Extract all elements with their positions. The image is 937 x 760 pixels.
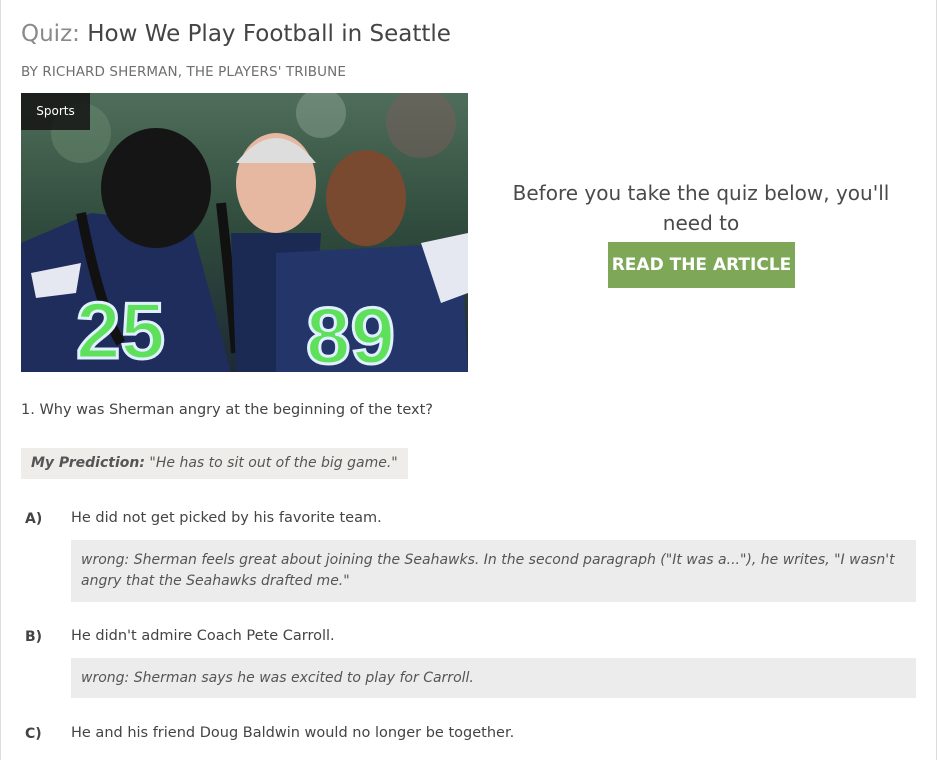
- page-title: Quiz: How We Play Football in Seattle: [21, 21, 451, 47]
- option-b-letter: B): [25, 629, 43, 645]
- option-b-feedback: wrong: Sherman says he was excited to pl…: [71, 658, 916, 698]
- option-c-text[interactable]: He and his friend Doug Baldwin would no …: [71, 725, 514, 741]
- cta-text: Before you take the quiz below, you'll n…: [512, 181, 890, 235]
- article-photo: 25 89 Sports: [21, 93, 468, 372]
- category-tag[interactable]: Sports: [21, 93, 90, 130]
- photo-illustration: 25 89: [21, 93, 468, 372]
- title-main: How We Play Football in Seattle: [87, 21, 451, 47]
- prediction-box: My Prediction: "He has to sit out of the…: [21, 448, 408, 479]
- option-c-letter: C): [25, 726, 42, 742]
- option-a-letter: A): [25, 511, 43, 527]
- byline: BY RICHARD SHERMAN, THE PLAYERS' TRIBUNE: [21, 64, 346, 80]
- svg-text:89: 89: [306, 291, 395, 372]
- title-prefix: Quiz:: [21, 21, 80, 47]
- question-text: 1. Why was Sherman angry at the beginnin…: [21, 402, 433, 418]
- prediction-text: "He has to sit out of the big game.": [149, 455, 398, 471]
- prediction-label: My Prediction:: [31, 455, 145, 471]
- option-a-text[interactable]: He did not get picked by his favorite te…: [71, 510, 382, 526]
- option-a-feedback: wrong: Sherman feels great about joining…: [71, 540, 916, 602]
- read-article-button[interactable]: READ THE ARTICLE: [608, 242, 795, 288]
- option-b-text[interactable]: He didn't admire Coach Pete Carroll.: [71, 628, 335, 644]
- svg-text:25: 25: [76, 286, 165, 372]
